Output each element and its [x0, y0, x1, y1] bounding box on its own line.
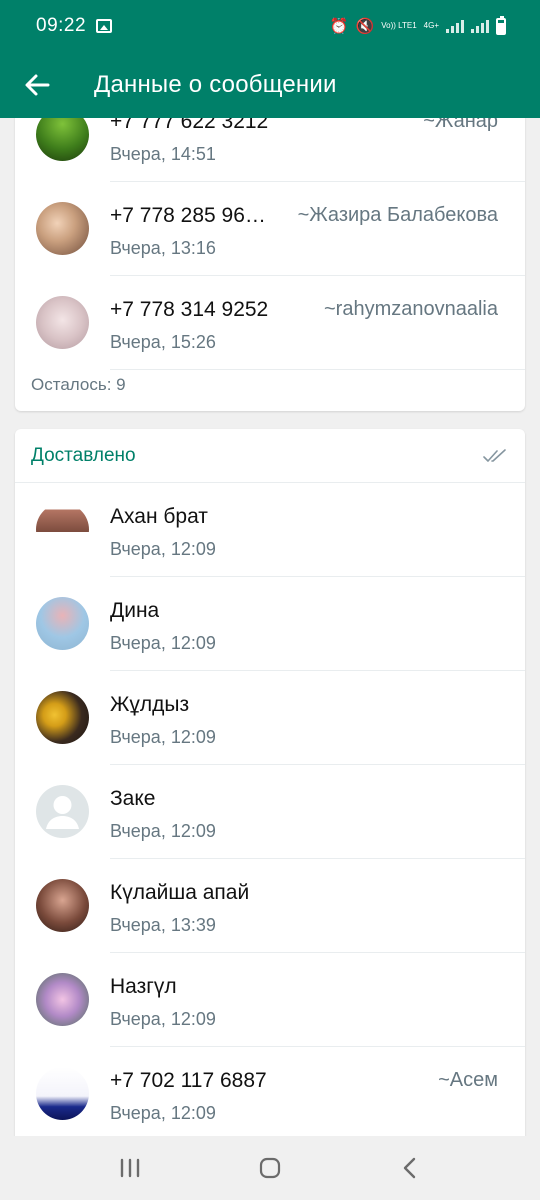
recipient-time: Вчера, 12:09	[110, 539, 216, 559]
status-bar: 09:22 ⏰ 🔇 Vo)) LTE1 4G+	[0, 0, 540, 52]
delivered-card: Доставлено Ахан брат Вчера, 12:09 Дина В…	[15, 429, 525, 1136]
recipient-alias: ~Жазира Балабекова	[297, 204, 498, 226]
recipient-row[interactable]: Жұлдыз Вчера, 12:09	[15, 671, 525, 765]
back-chevron-icon	[403, 1157, 416, 1179]
recipient-row[interactable]: +7 702 117 6887 ~Асем Вчера, 12:09	[15, 1047, 525, 1136]
avatar	[36, 296, 89, 349]
recents-button[interactable]	[100, 1143, 160, 1193]
signal-2-icon	[471, 19, 489, 33]
recipient-time: Вчера, 12:09	[110, 1103, 216, 1123]
recipient-row[interactable]: +7 778 314 9252 ~rahymzanovnaalia Вчера,…	[15, 276, 525, 370]
back-button[interactable]	[0, 52, 74, 118]
battery-icon	[496, 15, 506, 35]
avatar	[36, 879, 89, 932]
recipient-name: Жұлдыз	[110, 693, 190, 716]
recipient-row[interactable]: Күлайша апай Вчера, 13:39	[15, 859, 525, 953]
recipient-time: Вчера, 12:09	[110, 821, 216, 841]
nav-back-button[interactable]	[380, 1143, 440, 1193]
recipient-time: Вчера, 12:09	[110, 1009, 216, 1029]
divider	[110, 369, 525, 370]
recipient-name: +7 702 117 6887	[110, 1069, 267, 1092]
avatar	[36, 503, 89, 556]
recipient-alias: ~rahymzanovnaalia	[324, 298, 498, 320]
section-title: Доставлено	[31, 445, 136, 466]
avatar	[36, 691, 89, 744]
home-button[interactable]	[240, 1143, 300, 1193]
signal-icon	[446, 19, 464, 33]
page-title: Данные о сообщении	[94, 71, 337, 98]
avatar	[36, 202, 89, 255]
recipient-row[interactable]: +7 778 285 96… ~Жазира Балабекова Вчера,…	[15, 182, 525, 276]
home-icon	[259, 1157, 281, 1179]
mute-icon: 🔇	[355, 17, 375, 35]
avatar	[36, 973, 89, 1026]
recents-icon	[120, 1158, 140, 1178]
arrow-left-icon	[25, 74, 50, 96]
recipient-time: Вчера, 14:51	[110, 144, 216, 164]
recipient-alias: ~Асем	[438, 1069, 498, 1091]
delivered-header: Доставлено	[15, 429, 525, 483]
network-type-label: 4G+	[423, 21, 439, 30]
recipient-time: Вчера, 13:16	[110, 238, 216, 258]
message-info-content: +7 777 622 3212 ~Жанар Вчера, 14:51 +7 7…	[0, 118, 540, 1136]
status-time: 09:22	[36, 15, 87, 36]
recipient-row[interactable]: Назгүл Вчера, 12:09	[15, 953, 525, 1047]
recipient-name: Ахан брат	[110, 505, 208, 528]
recipient-name: Назгүл	[110, 975, 177, 998]
read-card: +7 777 622 3212 ~Жанар Вчера, 14:51 +7 7…	[15, 118, 525, 411]
recipient-name: Заке	[110, 787, 156, 810]
recipient-name: Күлайша апай	[110, 881, 250, 904]
alarm-icon: ⏰	[329, 17, 349, 35]
recipient-row[interactable]: Ахан брат Вчера, 12:09	[15, 483, 525, 577]
recipient-name: +7 777 622 3212	[110, 118, 269, 133]
avatar	[36, 118, 89, 161]
recipient-time: Вчера, 13:39	[110, 915, 216, 935]
recipient-time: Вчера, 15:26	[110, 332, 216, 352]
avatar	[36, 597, 89, 650]
double-check-icon	[483, 449, 506, 462]
gallery-notification-icon	[96, 19, 113, 33]
recipient-row[interactable]: Заке Вчера, 12:09	[15, 765, 525, 859]
volte-label: Vo)) LTE1	[381, 21, 417, 30]
remaining-count: Осталось: 9	[31, 375, 126, 394]
recipient-alias: ~Жанар	[423, 118, 498, 132]
system-nav-bar	[0, 1136, 540, 1200]
recipient-row[interactable]: Дина Вчера, 12:09	[15, 577, 525, 671]
recipient-time: Вчера, 12:09	[110, 727, 216, 747]
status-icons: ⏰ 🔇 Vo)) LTE1 4G+	[329, 15, 506, 35]
recipient-time: Вчера, 12:09	[110, 633, 216, 653]
default-avatar-icon	[36, 785, 89, 838]
avatar	[36, 1067, 89, 1120]
recipient-name: +7 778 314 9252	[110, 298, 269, 321]
recipient-row[interactable]: +7 777 622 3212 ~Жанар Вчера, 14:51	[15, 118, 525, 182]
recipient-name: Дина	[110, 599, 160, 622]
recipient-name: +7 778 285 96…	[110, 204, 266, 227]
app-bar: Данные о сообщении	[0, 52, 540, 118]
